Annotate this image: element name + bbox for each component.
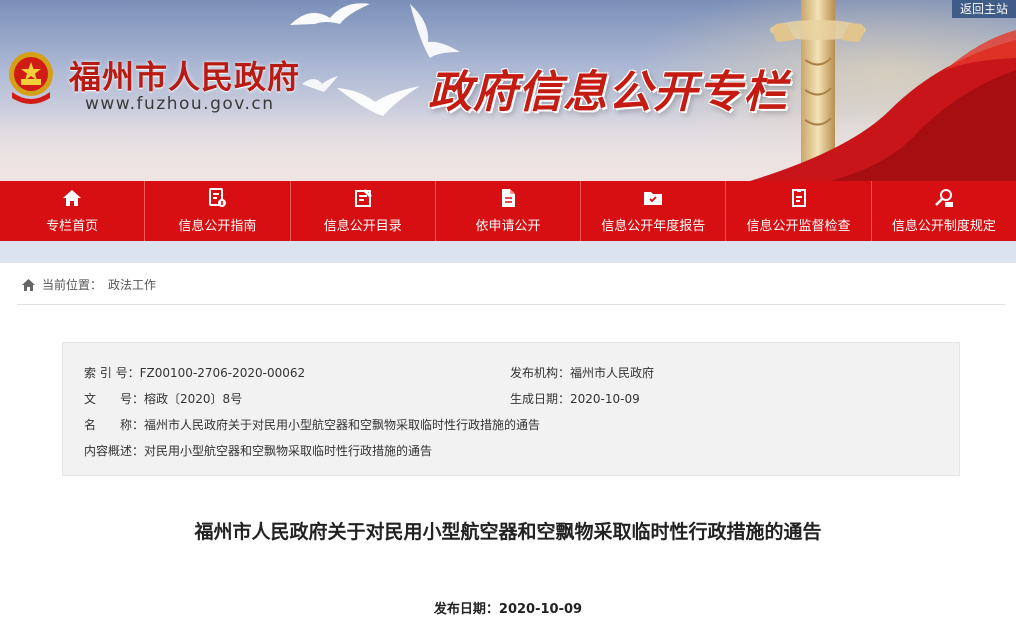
meta-value: 榕政〔2020〕8号 [144,392,243,406]
meta-label: 发布机构： [510,366,571,380]
breadcrumb-divider [17,304,1005,305]
nav-item-label: 信息公开年度报告 [601,219,706,234]
meta-value: 福州市人民政府 [570,366,655,380]
meta-value: 2020-10-09 [570,392,640,406]
meta-value: 福州市人民政府关于对民用小型航空器和空飘物采取临时性行政措施的通告 [144,418,541,432]
breadcrumb-link-current[interactable]: 政法工作 [108,276,156,293]
folder-icon [644,192,663,205]
nav-item-label: 信息公开制度规定 [891,219,996,234]
meta-created-date: 生成日期：2020-10-09 [510,390,640,407]
inspection-icon [791,189,806,207]
national-emblem-icon [9,52,53,104]
nav-item-label: 专栏首页 [46,219,99,234]
column-title: 政府信息公开专栏 [428,67,788,118]
catalog-icon [354,189,372,207]
meta-summary: 内容概述：对民用小型航空器和空飘物采取临时性行政措施的通告 [84,442,432,459]
meta-label: 名 称： [84,418,145,432]
article-title: 福州市人民政府关于对民用小型航空器和空飘物采取临时性行政措施的通告 [194,521,822,543]
dove-decoration-icon [337,86,420,116]
header-banner: 福州市人民政府 www.fuzhou.gov.cn 政府信息公开专栏 返回主站 [0,0,1016,181]
nav-item-label: 信息公开监督检查 [746,219,851,234]
nav-item-guide[interactable]: 信息公开指南 [144,181,289,241]
site-title: 福州市人民政府 [69,58,301,96]
document-icon [501,189,515,207]
meta-label: 生成日期： [510,392,571,406]
breadcrumb-prefix: 当前位置： [42,278,103,292]
meta-index-number: 索 引 号：FZ00100-2706-2020-00062 [84,364,305,381]
dove-decoration-icon [302,76,338,92]
meta-publisher: 发布机构：福州市人民政府 [510,364,654,381]
nav-item-annual-report[interactable]: 信息公开年度报告 [580,181,725,241]
home-icon [22,278,35,291]
meta-value: 对民用小型航空器和空飘物采取临时性行政措施的通告 [144,444,433,458]
meta-name: 名 称：福州市人民政府关于对民用小型航空器和空飘物采取临时性行政措施的通告 [84,416,540,433]
nav-item-apply[interactable]: 依申请公开 [434,181,580,241]
home-icon [63,190,82,206]
nav-item-catalog[interactable]: 信息公开目录 [289,181,435,241]
meta-label: 索 引 号： [84,366,140,380]
meta-label: 内容概述： [84,444,145,458]
return-main-site-button[interactable]: 返回主站 [952,0,1016,18]
dove-decoration-icon [290,3,370,25]
meta-label: 文 号： [84,392,145,406]
publish-date-label: 发布日期： [433,602,499,617]
guide-icon [209,188,227,207]
meta-value: FZ00100-2706-2020-00062 [139,366,306,380]
dove-decoration-icon [410,4,460,58]
main-navigation: 专栏首页 信息公开指南 信息公开目录 依申请公开 信息公开年度报告 信息公开监督… [0,181,1016,241]
nav-item-label: 信息公开目录 [323,219,402,234]
nav-item-label: 依申请公开 [475,219,541,234]
publish-date-value: 2020-10-09 [498,602,583,617]
nav-item-regulations[interactable]: 信息公开制度规定 [870,181,1016,241]
nav-underband [0,241,1016,263]
document-metadata-box: 索 引 号：FZ00100-2706-2020-00062 发布机构：福州市人民… [62,342,960,476]
publish-date: 发布日期：2020-10-09 [0,598,1016,617]
regulation-search-icon [934,189,953,207]
site-url: www.fuzhou.gov.cn [85,94,275,114]
nav-item-supervision[interactable]: 信息公开监督检查 [725,181,870,241]
meta-document-number: 文 号：榕政〔2020〕8号 [84,390,242,407]
nav-item-home[interactable]: 专栏首页 [0,181,144,241]
nav-item-label: 信息公开指南 [178,219,257,234]
breadcrumb: 当前位置： 政法工作 [22,276,156,293]
